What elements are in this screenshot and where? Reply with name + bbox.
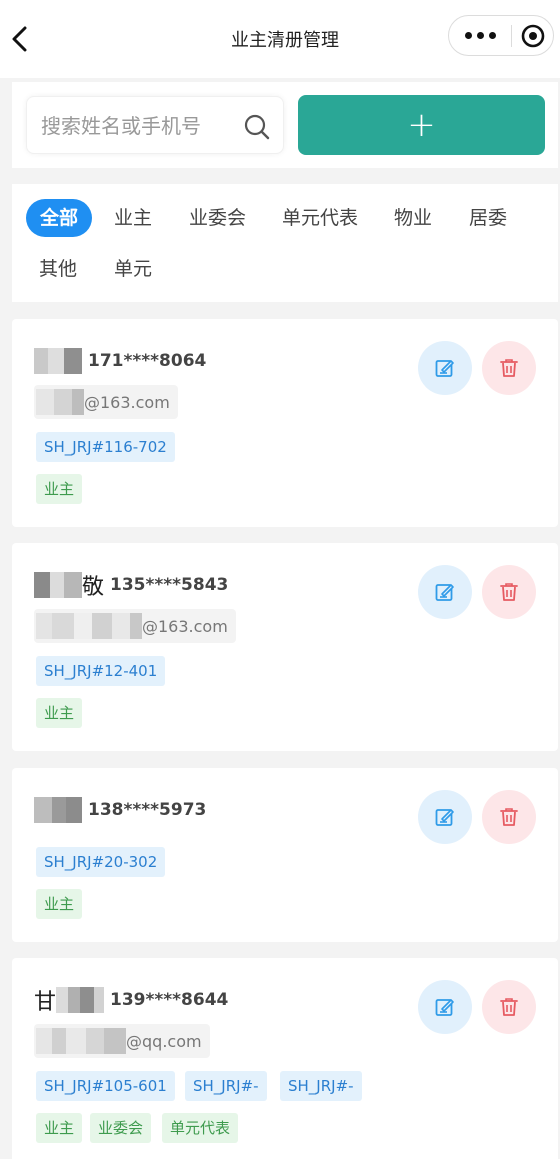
- delete-button[interactable]: [482, 790, 536, 844]
- edit-icon: [435, 360, 454, 377]
- trash-icon: [500, 808, 518, 826]
- unit-tag: SH_JRJ#12-401: [36, 656, 166, 686]
- edit-button[interactable]: [418, 790, 472, 844]
- trash-icon: [500, 998, 518, 1016]
- unit-tag: SH_JRJ#-: [185, 1071, 267, 1101]
- target-close-icon: [521, 24, 544, 47]
- owner-name: 甘: [34, 990, 57, 1015]
- edit-icon: [435, 999, 454, 1016]
- name-mosaic: [34, 348, 82, 374]
- nav-bar: 业主清册管理: [0, 0, 560, 78]
- delete-button[interactable]: [482, 565, 536, 619]
- email-chip: @163.com: [34, 385, 178, 419]
- mini-program-capsule: [448, 15, 554, 56]
- unit-tag: SH_JRJ#20-302: [36, 847, 166, 877]
- owner-email: @163.com: [142, 616, 228, 636]
- tab-committee[interactable]: 业委会: [189, 199, 246, 237]
- email-chip: @163.com: [34, 609, 236, 643]
- name-row: 171****8064: [34, 345, 206, 377]
- owner-email: @163.com: [84, 392, 170, 412]
- owner-phone: 139****8644: [110, 990, 229, 1010]
- owner-name: 敬: [82, 575, 105, 600]
- more-button[interactable]: [449, 16, 511, 55]
- tab-unit[interactable]: 单元: [114, 250, 152, 288]
- role-tag: 业委会: [90, 1113, 152, 1143]
- name-row: 敬 135****5843: [34, 569, 228, 601]
- email-mosaic: [36, 613, 142, 639]
- tab-other[interactable]: 其他: [39, 250, 77, 288]
- edit-icon: [435, 809, 454, 826]
- trash-icon: [500, 583, 518, 601]
- name-mosaic: [34, 797, 82, 823]
- add-owner-button[interactable]: +: [298, 95, 545, 155]
- search-icon[interactable]: [243, 113, 271, 141]
- owner-card: 敬 135****5843 @163.com SH_JRJ#12-401 业主: [12, 543, 558, 751]
- filter-tabs: 全部 业主 业委会 单元代表 物业 居委 其他 单元: [12, 184, 558, 302]
- tab-owner[interactable]: 业主: [114, 199, 152, 237]
- edit-icon: [435, 584, 454, 601]
- name-mosaic: [34, 572, 82, 598]
- unit-tag: SH_JRJ#116-702: [36, 432, 175, 462]
- owner-phone: 138****5973: [88, 800, 207, 820]
- close-button[interactable]: [512, 16, 553, 55]
- owner-card: 171****8064 @163.com SH_JRJ#116-702 业主: [12, 319, 558, 527]
- search-input[interactable]: [41, 97, 241, 155]
- search-box: [26, 96, 284, 155]
- edit-button[interactable]: [418, 565, 472, 619]
- owner-phone: 171****8064: [88, 351, 207, 371]
- trash-icon: [500, 359, 518, 377]
- tab-unit-rep[interactable]: 单元代表: [282, 199, 358, 237]
- email-chip: @qq.com: [34, 1024, 210, 1058]
- owner-card: 甘 139****8644 @qq.com SH_JRJ#105-601 SH_…: [12, 958, 558, 1159]
- edit-button[interactable]: [418, 341, 472, 395]
- role-tag: 业主: [36, 698, 83, 728]
- email-mosaic: [36, 389, 84, 415]
- unit-tag: SH_JRJ#105-601: [36, 1071, 175, 1101]
- role-tag: 业主: [36, 1113, 83, 1143]
- name-mosaic: [56, 987, 105, 1013]
- name-row: 甘 139****8644: [34, 984, 228, 1016]
- role-tag: 业主: [36, 889, 83, 919]
- role-tag: 单元代表: [162, 1113, 239, 1143]
- delete-button[interactable]: [482, 341, 536, 395]
- more-dots-icon: [464, 32, 472, 39]
- owner-phone: 135****5843: [110, 575, 229, 595]
- name-row: 138****5973: [34, 794, 206, 826]
- email-mosaic: [36, 1028, 126, 1054]
- tab-residents-committee[interactable]: 居委: [469, 199, 507, 237]
- owner-email: @qq.com: [126, 1031, 202, 1051]
- search-panel: +: [12, 82, 558, 168]
- delete-button[interactable]: [482, 980, 536, 1034]
- tab-all[interactable]: 全部: [26, 199, 93, 237]
- edit-button[interactable]: [418, 980, 472, 1034]
- tab-property[interactable]: 物业: [394, 199, 432, 237]
- role-tag: 业主: [36, 474, 83, 504]
- unit-tag: SH_JRJ#-: [280, 1071, 362, 1101]
- owner-card: 138****5973 SH_JRJ#20-302 业主: [12, 768, 558, 942]
